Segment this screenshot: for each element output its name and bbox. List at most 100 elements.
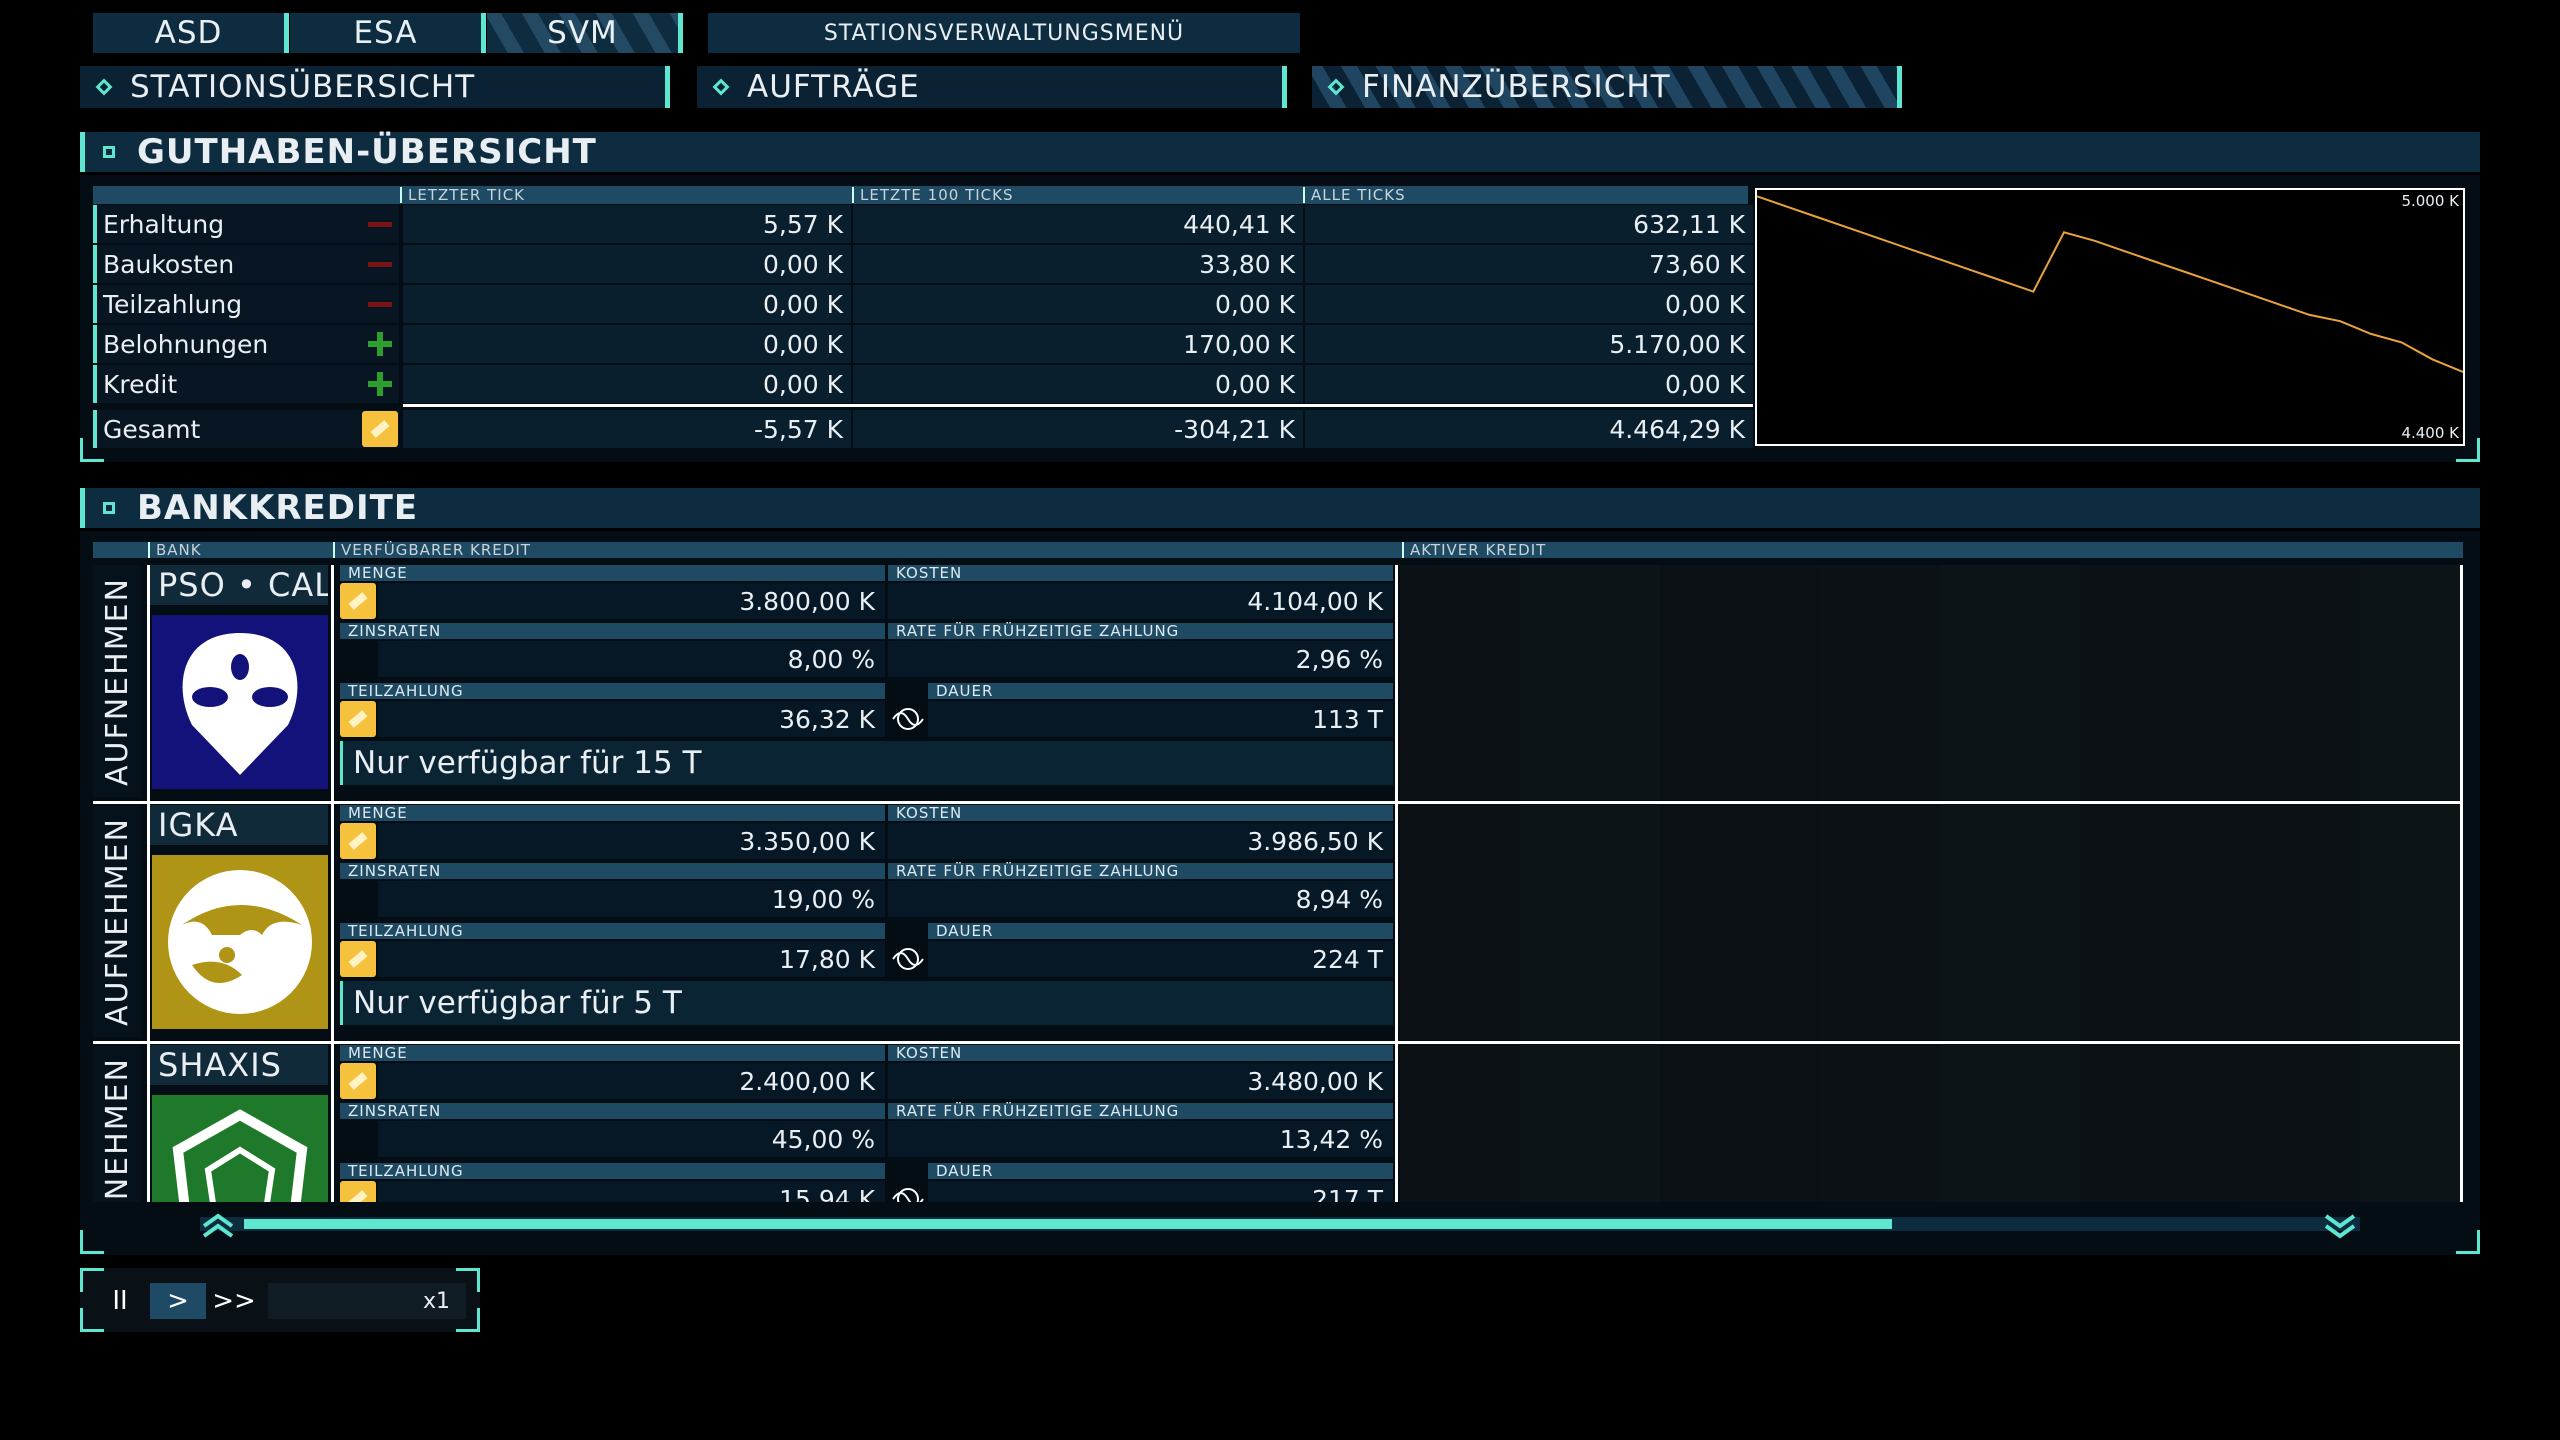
bank-logo <box>152 855 328 1029</box>
aufnehmen-button[interactable]: AUFNEHMEN <box>93 1045 141 1202</box>
row-sign <box>361 245 399 283</box>
label-zins: ZINSRATEN <box>340 1103 885 1119</box>
value-menge: 3.350,00 K <box>378 823 885 859</box>
aufnehmen-label: AUFNEHMEN <box>99 816 135 1026</box>
col-verfuegbar: VERFÜGBARER KREDIT <box>333 542 531 558</box>
row-separator <box>93 801 2463 804</box>
aufnehmen-button[interactable]: AUFNEHMEN <box>93 805 141 1037</box>
bank-name: PSO • CALLISTO <box>150 565 328 605</box>
total-last100: -304,21 K <box>853 410 1303 448</box>
row-sign <box>361 285 399 323</box>
row-label: Belohnungen <box>93 325 361 363</box>
value-dauer: 113 T <box>928 701 1393 737</box>
duration-icon <box>888 701 928 737</box>
credit-chip-icon <box>340 701 378 737</box>
minus-icon <box>368 262 392 267</box>
aufnehmen-button[interactable]: AUFNEHMEN <box>93 565 141 797</box>
label-dauer: DAUER <box>928 1163 1393 1179</box>
cell-all: 632,11 K <box>1305 205 1753 243</box>
label-zins: ZINSRATEN <box>340 623 885 639</box>
label-kosten: KOSTEN <box>888 805 1393 821</box>
tab-stationsuebersicht[interactable]: STATIONSÜBERSICHT <box>80 66 670 108</box>
label-rate: RATE FÜR FRÜHZEITIGE ZAHLUNG <box>888 623 1393 639</box>
total-all: 4.464,29 K <box>1305 410 1753 448</box>
col-letzter-tick: LETZTER TICK <box>400 187 525 203</box>
bank-logo <box>152 1095 328 1202</box>
duration-icon <box>888 1181 928 1202</box>
credit-chip-icon <box>340 823 378 859</box>
bankkredite-header: BANKKREDITE <box>80 488 2480 528</box>
cell-last: 0,00 K <box>403 245 851 283</box>
row-label: Baukosten <box>93 245 361 283</box>
credit-chip-icon <box>340 583 378 619</box>
corner-decoration <box>2456 1230 2480 1254</box>
scrollbar-thumb[interactable] <box>244 1219 1892 1229</box>
column-divider <box>1395 565 1398 1202</box>
col-alle-ticks: ALLE TICKS <box>1303 187 1406 203</box>
label-kosten: KOSTEN <box>888 1045 1393 1061</box>
cell-last100: 440,41 K <box>853 205 1303 243</box>
total-sign <box>361 410 399 448</box>
value-dauer: 224 T <box>928 941 1393 977</box>
menu-tab-svm[interactable]: SVM <box>487 13 683 53</box>
row-label: Erhaltung <box>93 205 361 243</box>
menu-tab-asd[interactable]: ASD <box>93 13 289 53</box>
scroll-down-icon[interactable] <box>2322 1212 2358 1240</box>
cell-last: 0,00 K <box>403 325 851 363</box>
tab-auftraege[interactable]: AUFTRÄGE <box>697 66 1287 108</box>
pause-button[interactable]: II <box>92 1283 148 1319</box>
value-kosten: 4.104,00 K <box>888 583 1393 619</box>
cell-last100: 0,00 K <box>853 285 1303 323</box>
value-zins: 45,00 % <box>378 1121 885 1157</box>
label-kosten: KOSTEN <box>888 565 1393 581</box>
section-title: BANKKREDITE <box>137 488 419 528</box>
cell-last: 0,00 K <box>403 365 851 403</box>
plus-icon <box>368 372 392 396</box>
diamond-icon <box>1327 78 1345 96</box>
availability-text: Nur verfügbar für 5 T <box>340 981 1393 1025</box>
value-menge: 3.800,00 K <box>378 583 885 619</box>
fast-forward-button[interactable]: >> <box>206 1283 262 1319</box>
cell-last: 0,00 K <box>403 285 851 323</box>
value-rate: 13,42 % <box>888 1121 1393 1157</box>
cell-all: 5.170,00 K <box>1305 325 1753 363</box>
tab-finanzuebersicht[interactable]: FINANZÜBERSICHT <box>1312 66 1902 108</box>
menu-tab-esa[interactable]: ESA <box>290 13 486 53</box>
section-title: GUTHABEN-ÜBERSICHT <box>137 132 597 172</box>
row-separator <box>93 1041 2463 1044</box>
label-teil: TEILZAHLUNG <box>340 923 885 939</box>
aufnehmen-label: AUFNEHMEN <box>99 576 135 786</box>
scrollbar-track[interactable] <box>200 1217 2360 1231</box>
active-credit-slot <box>1400 565 2462 800</box>
credit-chip-icon <box>340 1063 378 1099</box>
diamond-icon <box>95 78 113 96</box>
value-rate: 8,94 % <box>888 881 1393 917</box>
minus-icon <box>368 222 392 227</box>
bank-list-viewport[interactable]: AUFNEHMEN PSO • CALLISTO MENGE KOSTEN 3.… <box>93 562 2463 1202</box>
row-sign <box>361 205 399 243</box>
guthaben-header: GUTHABEN-ÜBERSICHT <box>80 132 2480 172</box>
tab-label: FINANZÜBERSICHT <box>1362 69 1671 105</box>
credit-chip-icon <box>362 411 398 447</box>
minus-icon <box>368 302 392 307</box>
value-zins: 8,00 % <box>378 641 885 677</box>
label-dauer: DAUER <box>928 923 1393 939</box>
shield-logo-icon <box>152 1095 328 1202</box>
col-bank: BANK <box>148 542 202 558</box>
chart-y-bottom: 4.400 K <box>2401 424 2459 442</box>
label-menge: MENGE <box>340 1045 885 1061</box>
scroll-up-icon[interactable] <box>200 1212 236 1240</box>
total-last: -5,57 K <box>403 410 851 448</box>
chart-svg <box>1756 195 2464 373</box>
availability-text: Nur verfügbar für 15 T <box>340 741 1393 785</box>
bank-name: IGKA <box>150 805 328 845</box>
active-credit-slot <box>1400 805 2462 1040</box>
speed-label: x1 <box>422 1288 450 1314</box>
speed-indicator[interactable]: x1 <box>268 1283 466 1319</box>
plus-icon <box>368 332 392 356</box>
value-teil: 36,32 K <box>378 701 885 737</box>
label-teil: TEILZAHLUNG <box>340 683 885 699</box>
col-letzte-100: LETZTE 100 TICKS <box>852 187 1014 203</box>
label-menge: MENGE <box>340 805 885 821</box>
play-button[interactable]: > <box>150 1283 206 1319</box>
